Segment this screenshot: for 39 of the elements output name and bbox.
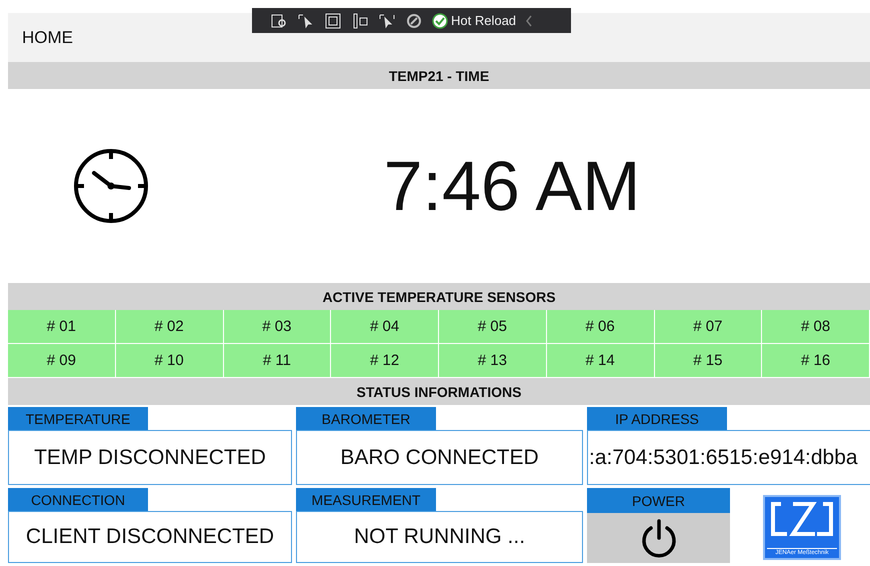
check-icon xyxy=(432,12,448,28)
sensor-cell: # 15 xyxy=(654,344,762,378)
section-header: TEMP21 - TIME xyxy=(388,68,490,84)
sensor-cell: # 10 xyxy=(116,344,224,378)
sensor-cell: # 06 xyxy=(546,310,654,344)
sensor-cell: # 14 xyxy=(546,344,654,378)
tile-label: POWER xyxy=(587,488,730,513)
sensor-cell: # 11 xyxy=(224,344,332,378)
page-title: HOME xyxy=(22,28,73,48)
sensor-cell: # 03 xyxy=(224,310,332,344)
sensor-cell: # 07 xyxy=(654,310,762,344)
status-value: BARO CONNECTED xyxy=(296,430,583,485)
tile-label: CONNECTION xyxy=(8,488,148,511)
sensor-cell: # 16 xyxy=(762,344,870,378)
sensor-cell: # 12 xyxy=(331,344,439,378)
status-value: CLIENT DISCONNECTED xyxy=(8,511,292,563)
tile-label: BAROMETER xyxy=(296,407,436,430)
status-value: NOT RUNNING ... xyxy=(296,511,583,563)
collapse-icon[interactable] xyxy=(525,14,534,26)
current-time: 7:46 AM xyxy=(384,147,640,225)
select-icon[interactable] xyxy=(297,12,315,28)
sensor-cell: # 02 xyxy=(116,310,224,344)
status-value: :a:704:5301:6515:e914:dbba xyxy=(587,430,870,485)
sensor-cell: # 04 xyxy=(331,310,439,344)
sensor-cell: # 08 xyxy=(762,310,870,344)
clock-icon xyxy=(73,148,149,224)
tile-label: IP ADDRESS xyxy=(587,407,727,430)
sensor-cell: # 13 xyxy=(439,344,547,378)
power-button[interactable] xyxy=(587,513,730,563)
tile-label: TEMPERATURE xyxy=(8,407,148,430)
sensor-cell: # 09 xyxy=(8,344,116,378)
section-header: STATUS INFORMATIONS xyxy=(356,384,522,400)
sensor-cell: # 05 xyxy=(439,310,547,344)
tile-label: MEASUREMENT xyxy=(296,488,436,511)
hot-reload-status[interactable]: Hot Reload xyxy=(451,13,516,28)
section-header: ACTIVE TEMPERATURE SENSORS xyxy=(322,288,556,304)
sensor-cell: # 01 xyxy=(8,310,116,344)
status-value: TEMP DISCONNECTED xyxy=(8,430,292,485)
layout-icon[interactable] xyxy=(324,12,342,28)
